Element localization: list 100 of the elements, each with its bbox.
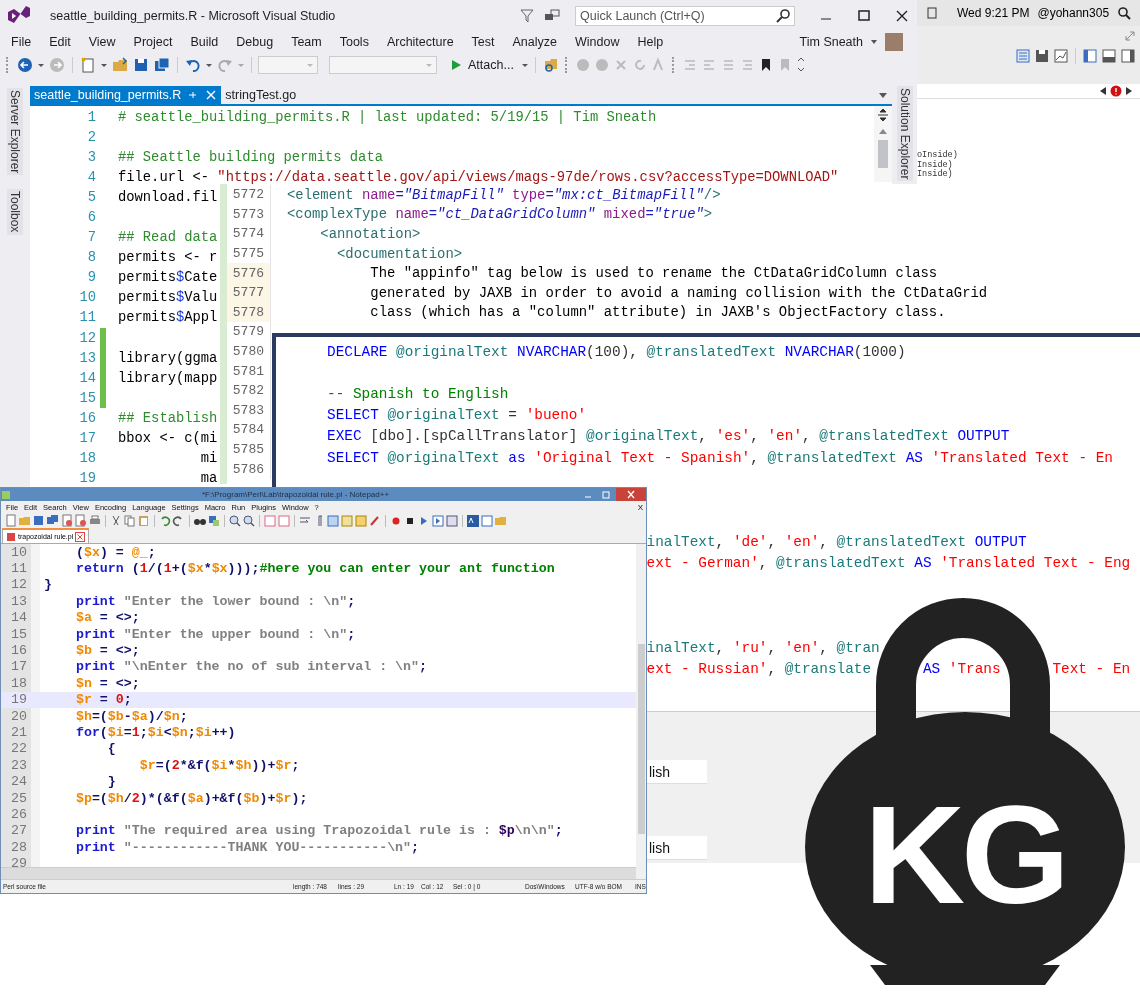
line-number: 10 [10, 544, 28, 561]
resize-arrows-icon[interactable] [1124, 30, 1136, 42]
code-line: ## Establish [118, 410, 218, 426]
code-line: return (1/(1+($x*$x)));#here you can enter your ant function [74, 561, 555, 577]
menu-item[interactable]: Help [628, 35, 673, 49]
dropdown-field[interactable] [258, 56, 318, 74]
user-name[interactable]: Tim Sneath [799, 35, 863, 49]
file-tab[interactable]: stringTest.go [221, 86, 301, 104]
code-line: <complexType name="ct_DataGridColumn" mixed="true"> [287, 206, 713, 223]
chart-icon[interactable] [1053, 48, 1069, 64]
overflow-caret-icon[interactable] [795, 57, 806, 73]
code-fragment: Inside) [917, 160, 954, 170]
menu-item[interactable]: Tools [330, 35, 378, 49]
left-triangle-icon[interactable] [1098, 86, 1108, 96]
code-line: <documentation> [336, 245, 463, 262]
dropdown-field[interactable] [329, 56, 437, 74]
menu-item[interactable]: Debug [227, 35, 283, 49]
code-line: inalText, 'de', 'en', @translatedText OUTPUT [646, 534, 1027, 551]
code-line: $a = <>; [74, 610, 140, 626]
menu-item[interactable]: Edit [40, 35, 80, 49]
new-file-icon[interactable] [4, 513, 18, 528]
line-number: 5778 [227, 302, 271, 323]
close-document-button[interactable]: X [637, 502, 646, 512]
dropdown-caret-icon[interactable] [878, 90, 888, 100]
menu-item[interactable]: Architecture [377, 35, 463, 49]
code-line: $r = 0; [74, 692, 132, 708]
code-line: DECLARE @originalText NVARCHAR(100), @translatedText NVARCHAR(1000) [327, 343, 906, 360]
line-number: 2 [86, 129, 97, 145]
file-tab[interactable]: seattle_building_permits.R [30, 86, 222, 104]
line-number: 7 [86, 230, 97, 246]
search-icon[interactable] [775, 8, 791, 24]
code-line: permits$Cate [118, 270, 218, 286]
window-title: *F:\Program\Perl\Lab\trapozoidal rule.pl - Notepad++ [200, 490, 391, 499]
line-number: 13 [10, 593, 28, 610]
copy-icon[interactable] [123, 513, 137, 528]
scrollbar[interactable] [874, 106, 892, 182]
side-tab[interactable]: Solution Explorer [896, 86, 913, 182]
line-number: 19 [78, 471, 97, 487]
code-line: $r=(2*&f($i*$h))+$r; [138, 757, 300, 773]
save-all-icon[interactable] [153, 56, 171, 74]
clipboard-icon[interactable] [137, 513, 151, 528]
attach-button[interactable]: Attach... [446, 56, 518, 74]
menu-item[interactable]: Build [181, 35, 228, 49]
search-field[interactable]: Quick Launch (Ctrl+Q) [575, 6, 795, 26]
app-icon[interactable] [1, 489, 11, 500]
code-line: # seattle_building_permits.R | last updated: 5/19/15 | Tim Sneath [118, 109, 657, 125]
document-icon[interactable] [925, 6, 939, 20]
bottom-pane-icon[interactable] [1101, 48, 1117, 64]
line-number: 26 [10, 806, 28, 823]
close-all-icon[interactable] [74, 513, 88, 528]
undo-icon[interactable] [158, 513, 172, 528]
line-number: 18 [78, 451, 97, 467]
code-line: download.fil [118, 189, 218, 205]
code-line: $p=($h/2)*(&f($a)+&f($b)+$r); [74, 790, 308, 806]
left-pane-icon[interactable] [1082, 48, 1098, 64]
clock-text: Wed 9:21 PM [957, 6, 1030, 20]
play-multiple-icon[interactable] [431, 513, 445, 528]
menu-item[interactable]: Team [282, 35, 331, 49]
line-number: 5776 [227, 263, 271, 283]
code-line: ## Read data [118, 230, 218, 246]
scrollbar-thumb[interactable] [878, 140, 888, 168]
logo-text: KG [863, 785, 1067, 925]
window-title: seattle_building_permits.R - Microsoft Visual Studio [50, 9, 336, 23]
code-fragment: Inside) [917, 170, 954, 180]
code-line: library(ggma [118, 350, 218, 366]
spell-check-icon[interactable] [466, 513, 480, 528]
menu-item[interactable]: View [79, 35, 125, 49]
right-triangle-icon[interactable] [1124, 86, 1134, 96]
save-icon[interactable] [1034, 48, 1050, 64]
line-number: 5 [86, 189, 97, 205]
folder-icon[interactable] [111, 56, 129, 74]
code-line: ext - German', @translatedText AS 'Translated Text - Eng [646, 555, 1131, 572]
split-icon[interactable] [876, 108, 890, 122]
menu-item[interactable]: Test [462, 35, 504, 49]
line-number: 24 [10, 773, 28, 790]
search-icon[interactable] [1117, 6, 1132, 20]
line-number: 16 [10, 642, 28, 659]
right-pane-icon[interactable] [1120, 48, 1136, 64]
side-tab[interactable]: Toolbox [7, 189, 23, 235]
code-line: mi [199, 451, 218, 467]
line-number: 5777 [227, 282, 271, 303]
code-line: $h=($b-$a)/$n; [74, 708, 188, 724]
menu-item[interactable]: File [2, 35, 41, 49]
zoom-in-icon[interactable] [228, 513, 242, 528]
scrollbar[interactable] [636, 544, 646, 867]
close-file-icon[interactable] [60, 513, 74, 528]
scrollbar-thumb[interactable] [637, 644, 645, 834]
line-number: 8 [86, 250, 97, 266]
user-name[interactable]: @yohann305 [1037, 6, 1110, 20]
funnel-icon[interactable] [519, 8, 535, 24]
side-tab[interactable]: Server Explorer [7, 88, 23, 176]
scrollbar[interactable] [1, 867, 636, 879]
zoom-out-icon[interactable] [242, 513, 256, 528]
save-icon[interactable] [32, 513, 46, 528]
menu-item[interactable]: Analyze [503, 35, 566, 49]
menu-item[interactable]: Project [124, 35, 182, 49]
code-line: SELECT @originalText = 'bueno' [327, 407, 587, 424]
save-icon[interactable] [132, 56, 150, 74]
menu-item[interactable]: Window [566, 35, 629, 49]
line-number: 20 [10, 707, 28, 725]
